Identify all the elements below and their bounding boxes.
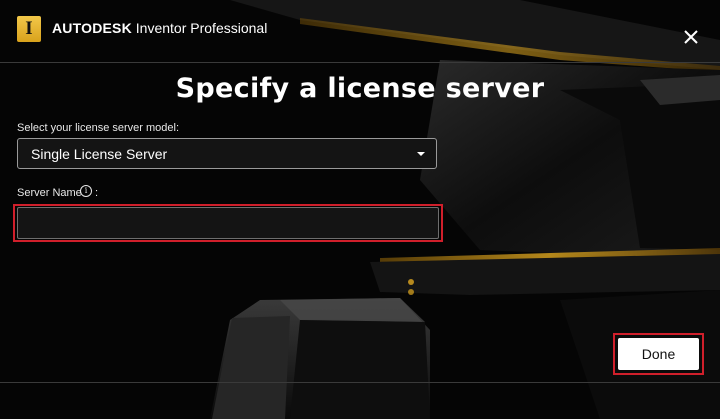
close-button[interactable]: [680, 26, 704, 50]
autodesk-logo-icon: I: [17, 16, 41, 42]
logo-letter: I: [25, 18, 33, 39]
chevron-down-icon: [417, 152, 425, 156]
server-name-colon: :: [95, 187, 99, 199]
title-bar: I AUTODESK Inventor Professional: [0, 0, 720, 62]
selected-model-value: Single License Server: [31, 146, 168, 162]
product-name: Inventor Professional: [135, 20, 268, 36]
close-icon: [684, 30, 698, 44]
info-icon[interactable]: i: [80, 185, 92, 197]
app-title: AUTODESK Inventor Professional: [52, 20, 267, 36]
footer-divider: [0, 382, 720, 383]
model-select-label: Select your license server model:: [17, 122, 180, 134]
brand-name: AUTODESK: [52, 20, 132, 36]
license-dialog: I AUTODESK Inventor Professional Specify…: [0, 0, 720, 419]
license-model-select[interactable]: Single License Server: [17, 138, 437, 169]
server-name-label: Server Name: [17, 187, 82, 199]
server-name-input[interactable]: [17, 207, 439, 239]
done-button[interactable]: Done: [618, 338, 699, 370]
header-divider: [0, 62, 720, 63]
page-title: Specify a license server: [175, 73, 545, 104]
